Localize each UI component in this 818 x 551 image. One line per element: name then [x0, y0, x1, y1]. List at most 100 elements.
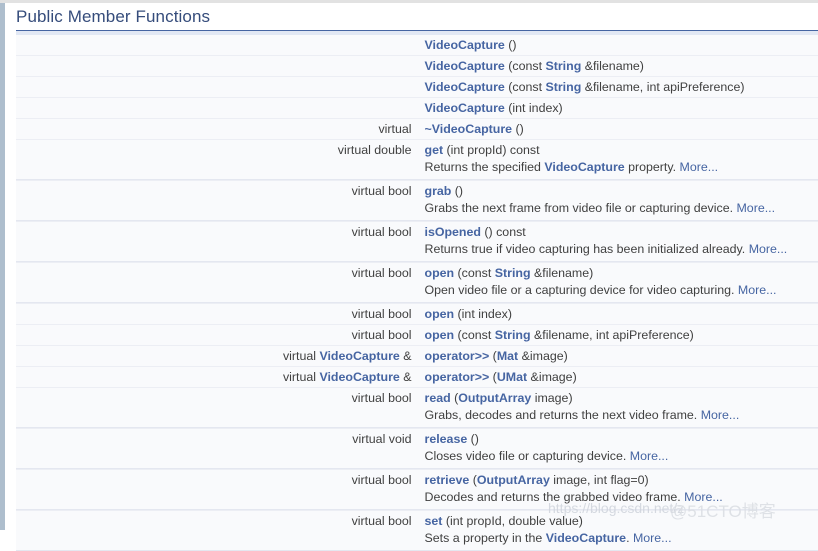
table-row[interactable]: virtual bool set (int propId, double valu…: [16, 511, 818, 532]
type-link[interactable]: VideoCapture: [546, 531, 626, 545]
description-spacer: [16, 490, 418, 510]
member-return-type: virtual VideoCapture &: [16, 367, 418, 388]
doxygen-page: Public Member Functions VideoCapture ()V…: [5, 3, 818, 530]
member-description: Returns the specified VideoCapture prope…: [418, 160, 818, 180]
static-text: virtual: [283, 370, 320, 384]
type-link[interactable]: VideoCapture: [425, 101, 505, 115]
type-link[interactable]: VideoCapture: [319, 370, 399, 384]
type-link[interactable]: set: [425, 514, 443, 528]
member-return-type: virtual bool: [16, 222, 418, 243]
static-text: &filename): [581, 59, 644, 73]
static-text: virtual bool: [352, 328, 412, 342]
type-link[interactable]: grab: [425, 184, 452, 198]
member-description: Decodes and returns the grabbed video fr…: [418, 490, 818, 510]
type-link[interactable]: VideoCapture: [425, 59, 505, 73]
member-signature[interactable]: VideoCapture (const String &filename, in…: [418, 77, 818, 98]
member-description: Grabs, decodes and returns the next vide…: [418, 408, 818, 428]
type-link[interactable]: String: [495, 328, 531, 342]
member-signature[interactable]: open (const String &filename): [418, 263, 818, 284]
type-link[interactable]: VideoCapture: [319, 349, 399, 363]
description-spacer: [16, 449, 418, 469]
table-row[interactable]: virtual boolopen (const String &filename…: [16, 263, 818, 284]
more-link[interactable]: More...: [738, 283, 777, 297]
table-row[interactable]: VideoCapture (const String &filename): [16, 56, 818, 77]
table-row[interactable]: virtual VideoCapture &operator>> (Mat &i…: [16, 346, 818, 367]
table-row[interactable]: VideoCapture (const String &filename, in…: [16, 77, 818, 98]
type-link[interactable]: String: [545, 59, 581, 73]
static-text: &image): [518, 349, 568, 363]
member-signature[interactable]: operator>> (UMat &image): [418, 367, 818, 388]
type-link[interactable]: Mat: [497, 349, 518, 363]
member-return-type: [16, 56, 418, 77]
table-row[interactable]: virtual boolgrab (): [16, 181, 818, 202]
table-row[interactable]: virtual boolopen (int index): [16, 304, 818, 325]
table-row[interactable]: virtual~VideoCapture (): [16, 119, 818, 140]
type-link[interactable]: UMat: [497, 370, 527, 384]
member-return-type: virtual bool: [16, 263, 418, 284]
member-return-type: virtual void: [16, 429, 418, 450]
type-link[interactable]: ~VideoCapture: [425, 122, 513, 136]
type-link[interactable]: operator>>: [425, 370, 490, 384]
table-row[interactable]: virtual voidrelease (): [16, 429, 818, 450]
static-text: (const: [505, 80, 546, 94]
member-signature[interactable]: set (int propId, double value): [418, 511, 818, 532]
type-link[interactable]: operator>>: [425, 349, 490, 363]
page-title: Public Member Functions: [16, 6, 818, 30]
more-link[interactable]: More...: [630, 449, 669, 463]
type-link[interactable]: open: [425, 266, 455, 280]
type-link[interactable]: VideoCapture: [425, 80, 505, 94]
member-signature[interactable]: open (int index): [418, 304, 818, 325]
type-link[interactable]: open: [425, 307, 455, 321]
member-signature[interactable]: operator>> (Mat &image): [418, 346, 818, 367]
member-signature[interactable]: release (): [418, 429, 818, 450]
type-link[interactable]: OutputArray: [458, 391, 531, 405]
table-row[interactable]: virtual boolread (OutputArray image): [16, 388, 818, 409]
table-row[interactable]: VideoCapture (): [16, 35, 818, 56]
member-signature[interactable]: VideoCapture (): [418, 35, 818, 56]
type-link[interactable]: OutputArray: [477, 473, 550, 487]
member-signature[interactable]: ~VideoCapture (): [418, 119, 818, 140]
description-spacer: [16, 160, 418, 180]
member-signature[interactable]: VideoCapture (const String &filename): [418, 56, 818, 77]
static-text: virtual bool: [352, 225, 412, 239]
type-link[interactable]: read: [425, 391, 451, 405]
table-row[interactable]: virtual doubleget (int propId) const: [16, 140, 818, 161]
type-link[interactable]: VideoCapture: [425, 38, 505, 52]
more-link[interactable]: More...: [633, 531, 672, 545]
table-row[interactable]: virtual bool open (const String &filename…: [16, 325, 818, 346]
table-row[interactable]: virtual VideoCapture &operator>> (UMat &…: [16, 367, 818, 388]
type-link[interactable]: retrieve: [425, 473, 470, 487]
table-row[interactable]: virtual bool isOpened () const: [16, 222, 818, 243]
member-signature[interactable]: isOpened () const: [418, 222, 818, 243]
more-link[interactable]: More...: [684, 490, 723, 504]
type-link[interactable]: get: [425, 143, 444, 157]
table-row-description: Decodes and returns the grabbed video fr…: [16, 490, 818, 510]
more-link[interactable]: More...: [701, 408, 740, 422]
member-return-type: virtual bool: [16, 511, 418, 532]
more-link[interactable]: More...: [749, 242, 788, 256]
description-spacer: [16, 242, 418, 262]
member-return-type: virtual double: [16, 140, 418, 161]
type-link[interactable]: VideoCapture: [544, 160, 624, 174]
static-text: (: [469, 473, 477, 487]
member-signature[interactable]: read (OutputArray image): [418, 388, 818, 409]
member-signature[interactable]: retrieve (OutputArray image, int flag=0): [418, 470, 818, 491]
member-signature[interactable]: VideoCapture (int index): [418, 98, 818, 119]
static-text: (int index): [505, 101, 563, 115]
more-link[interactable]: More...: [736, 201, 775, 215]
more-link[interactable]: More...: [680, 160, 719, 174]
type-link[interactable]: String: [495, 266, 531, 280]
table-row[interactable]: VideoCapture (int index): [16, 98, 818, 119]
type-link[interactable]: isOpened: [425, 225, 481, 239]
type-link[interactable]: open: [425, 328, 455, 342]
member-return-type: virtual bool: [16, 325, 418, 346]
static-text: virtual bool: [352, 514, 412, 528]
type-link[interactable]: release: [425, 432, 468, 446]
member-signature[interactable]: grab (): [418, 181, 818, 202]
member-signature[interactable]: get (int propId) const: [418, 140, 818, 161]
member-description: Sets a property in the VideoCapture. Mor…: [418, 531, 818, 551]
member-signature[interactable]: open (const String &filename, int apiPre…: [418, 325, 818, 346]
member-return-type: virtual bool: [16, 388, 418, 409]
type-link[interactable]: String: [545, 80, 581, 94]
table-row[interactable]: virtual boolretrieve (OutputArray image,…: [16, 470, 818, 491]
